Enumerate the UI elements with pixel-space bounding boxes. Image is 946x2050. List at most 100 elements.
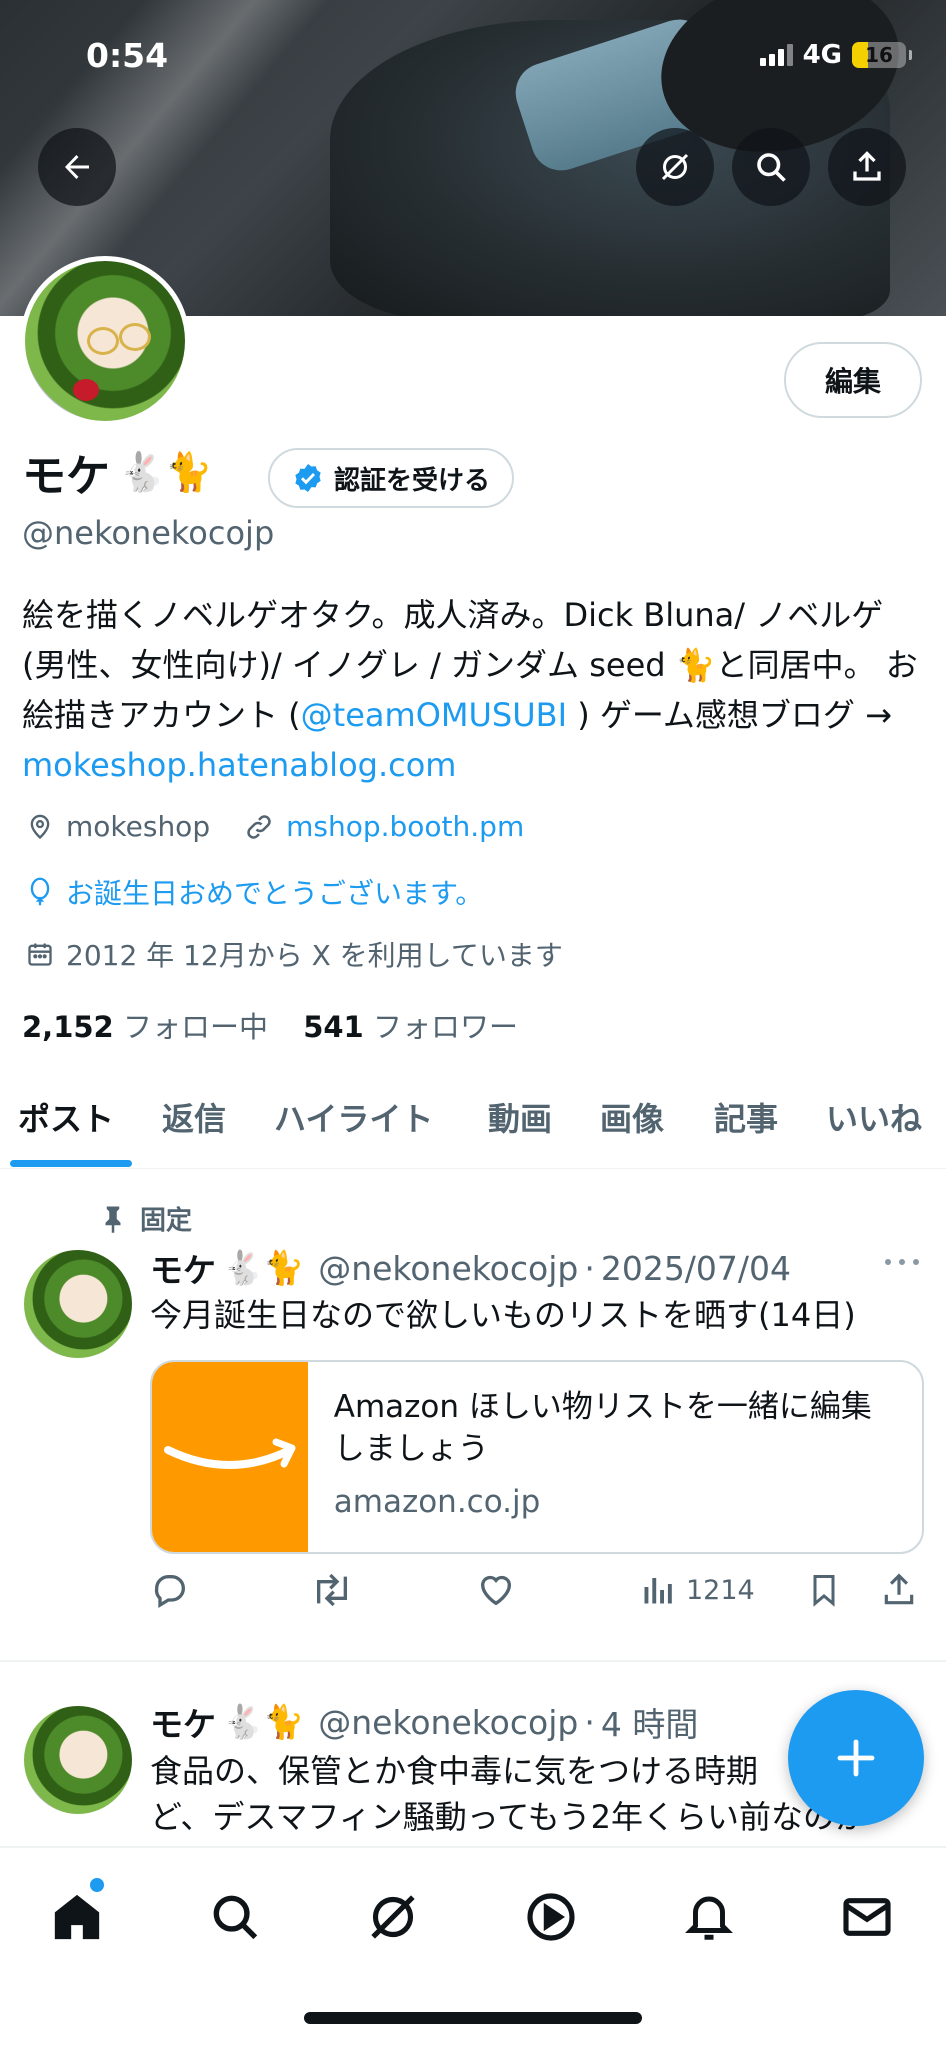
retweet-icon [317,1573,347,1607]
nav-video[interactable] [516,1882,586,1952]
amazon-logo-icon [152,1362,308,1552]
bio-blog-link[interactable]: mokeshop.hatenablog.com [22,746,456,784]
profile-birthday-row: お誕生日おめでとうございます。 [26,872,483,912]
follow-counts: 2,152 フォロー中 541 フォロワー [22,1004,518,1046]
card-domain: amazon.co.jp [333,1484,541,1520]
avatar-glasses-right [119,323,151,351]
tab-videos[interactable]: 動画 [488,1094,552,1140]
profile-name-emoji: 🐇🐈 [118,449,213,494]
profile-tabs: ポスト 返信 ハイライト 動画 画像 記事 いいね [0,1080,946,1169]
reply-button[interactable] [150,1570,190,1610]
profile-location-row: mokeshop mshop.booth.pm [26,810,524,843]
nav-notifications[interactable] [674,1882,744,1952]
profile-bio: 絵を描くノベルゲオタク。成人済み。Dick Bluna/ ノベルゲ (男性、女性… [22,590,922,790]
views-count: 1214 [686,1574,755,1606]
post-author-emoji: 🐇🐈 [222,1702,305,1741]
card-title: Amazon ほしい物リストを一緒に編集しましょう [333,1389,872,1467]
status-time: 0:54 [86,36,169,75]
tab-articles[interactable]: 記事 [714,1094,778,1140]
bookmark-icon [813,1575,835,1607]
link-icon [247,814,271,839]
post-share-button[interactable] [880,1570,918,1610]
location-icon [30,814,50,839]
bio-text-2: ) ゲーム感想ブログ → [567,696,892,734]
post-time: 2025/07/04 [600,1248,792,1288]
post-avatar[interactable] [24,1706,132,1814]
get-verified-label: 認証を受ける [334,465,491,496]
followers-link[interactable]: 541 フォロワー [303,1010,518,1044]
play-icon [527,1893,575,1941]
share-button[interactable] [828,128,906,206]
post-separator: · [584,1248,595,1288]
nav-messages[interactable] [832,1882,902,1952]
bell-icon [685,1896,733,1940]
share-icon [884,1573,914,1605]
nav-home[interactable] [42,1876,112,1952]
tab-posts[interactable]: ポスト [18,1094,114,1140]
profile-joined-row: 2012 年 12月から X を利用しています [26,934,563,974]
profile-name: モケ 🐇🐈 [22,440,213,504]
followers-label: フォロワー [372,1010,518,1044]
views-icon [644,1578,672,1604]
bio-mention-link[interactable]: @teamOMUSUBI [301,696,567,734]
post-header: モケ 🐇🐈 @nekonekocojp · 4 時間 [150,1698,698,1746]
post-author-name[interactable]: モケ [150,1244,216,1292]
bookmark-button[interactable] [806,1570,842,1610]
nav-search[interactable] [200,1882,270,1952]
tab-images[interactable]: 画像 [600,1094,664,1140]
home-notification-dot [88,1876,106,1894]
post-separator: · [584,1702,595,1742]
home-icon [54,1894,100,1940]
plus-icon [837,1739,875,1777]
post-author-handle: @nekonekocojp [318,1702,579,1742]
post-text-line: ど、デスマフィン騒動ってもう2年くらい前なのか [150,1798,868,1836]
grok-icon [371,1895,415,1939]
avatar-rose [73,379,99,401]
search-icon [213,1895,258,1940]
following-link[interactable]: 2,152 フォロー中 [22,1010,268,1044]
balloon-icon [30,877,50,906]
post-header: モケ 🐇🐈 @nekonekocojp · 2025/07/04 [150,1244,791,1292]
edit-profile-button[interactable]: 編集 [784,342,922,418]
avatar-glasses-left [87,327,119,355]
profile-location: mokeshop [66,810,211,843]
reply-icon [154,1575,185,1608]
compose-post-button[interactable] [788,1690,924,1826]
sync-button[interactable] [636,128,714,206]
tab-likes[interactable]: いいね [826,1094,922,1140]
views-button[interactable]: 1214 [640,1570,755,1610]
profile-birthday: お誕生日おめでとうございます。 [66,877,484,910]
profile-avatar[interactable] [20,256,190,426]
post-author-emoji: 🐇🐈 [222,1248,305,1287]
post-avatar[interactable] [24,1250,132,1358]
post-text: 今月誕生日なので欲しいものリストを晒す(14日) [150,1296,856,1334]
profile-name-text: モケ [22,451,110,502]
post-actions: 1214 [150,1570,930,1620]
verified-badge-icon [295,464,321,492]
calendar-icon [28,943,52,966]
search-icon [757,153,786,182]
following-count: 2,152 [22,1010,114,1044]
back-arrow-icon [65,155,89,179]
pinned-text: 固定 [140,1206,193,1236]
post-more-button[interactable] [882,1252,922,1276]
nav-grok[interactable] [358,1882,428,1952]
like-button[interactable] [476,1570,516,1610]
link-preview-card[interactable]: Amazon ほしい物リストを一緒に編集しましょう amazon.co.jp [150,1360,924,1554]
retweet-button[interactable] [310,1570,354,1610]
tab-replies[interactable]: 返信 [162,1094,226,1140]
profile-joined: 2012 年 12月から X を利用しています [66,939,563,972]
post-time: 4 時間 [600,1705,699,1744]
battery-level: 16 [865,43,893,67]
home-indicator [304,2012,642,2024]
pinned-label: 固定 [100,1200,192,1237]
mail-icon [843,1898,891,1936]
tab-highlights[interactable]: ハイライト [274,1094,433,1140]
search-button[interactable] [732,128,810,206]
post-text: 食品の、保管とか食中毒に気をつける時期 ど、デスマフィン騒動ってもう2年くらい前… [150,1748,867,1840]
back-button[interactable] [38,128,116,206]
profile-website-link[interactable]: mshop.booth.pm [286,810,524,843]
get-verified-button[interactable]: 認証を受ける [268,448,515,508]
network-label: 4G [802,40,842,70]
post-author-name[interactable]: モケ [150,1698,216,1746]
